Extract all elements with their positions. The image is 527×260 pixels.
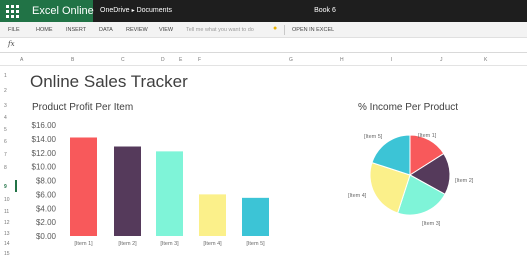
bar-2[interactable] bbox=[114, 146, 141, 236]
y-axis-tick-label: $14.00 bbox=[32, 135, 57, 144]
pie-chart-title[interactable]: % Income Per Product bbox=[358, 102, 458, 113]
bar-1[interactable] bbox=[70, 137, 97, 236]
pie-slice-label: [Item 3] bbox=[422, 221, 441, 227]
y-axis-tick-label: $10.00 bbox=[32, 163, 57, 172]
pie-slice-label: [Item 2] bbox=[455, 178, 474, 184]
bar-5[interactable] bbox=[242, 197, 269, 236]
pie-slice-label: [Item 4] bbox=[348, 193, 367, 199]
bar-chart-title[interactable]: Product Profit Per Item bbox=[32, 102, 133, 113]
bar-3[interactable] bbox=[156, 151, 183, 236]
bar-4[interactable] bbox=[199, 194, 226, 236]
y-axis-tick-label: $4.00 bbox=[36, 204, 57, 213]
pie-slice-label: [Item 5] bbox=[364, 134, 383, 140]
x-axis-tick-label: [Item 4] bbox=[203, 241, 222, 247]
x-axis-tick-label: [Item 3] bbox=[160, 241, 179, 247]
pie-slice-label: [Item 1] bbox=[418, 133, 437, 139]
charts-layer: Product Profit Per Item % Income Per Pro… bbox=[32, 102, 474, 247]
y-axis-tick-label: $8.00 bbox=[36, 177, 57, 186]
x-axis-tick-label: [Item 5] bbox=[246, 241, 265, 247]
x-axis-tick-label: [Item 2] bbox=[118, 241, 137, 247]
y-axis-tick-label: $16.00 bbox=[32, 121, 57, 130]
x-axis-tick-label: [Item 1] bbox=[74, 241, 93, 247]
y-axis-tick-label: $12.00 bbox=[32, 149, 57, 158]
pie-chart[interactable]: [Item 1] [Item 2] [Item 3] [Item 4] [Item 5] bbox=[348, 133, 474, 227]
y-axis-tick-label: $2.00 bbox=[36, 218, 57, 227]
y-axis-tick-label: $0.00 bbox=[36, 232, 57, 241]
y-axis-tick-label: $6.00 bbox=[36, 190, 57, 199]
bar-chart[interactable]: $0.00 $2.00 $4.00 $6.00 $8.00 $10.00 $12.00 $14… bbox=[32, 121, 269, 247]
